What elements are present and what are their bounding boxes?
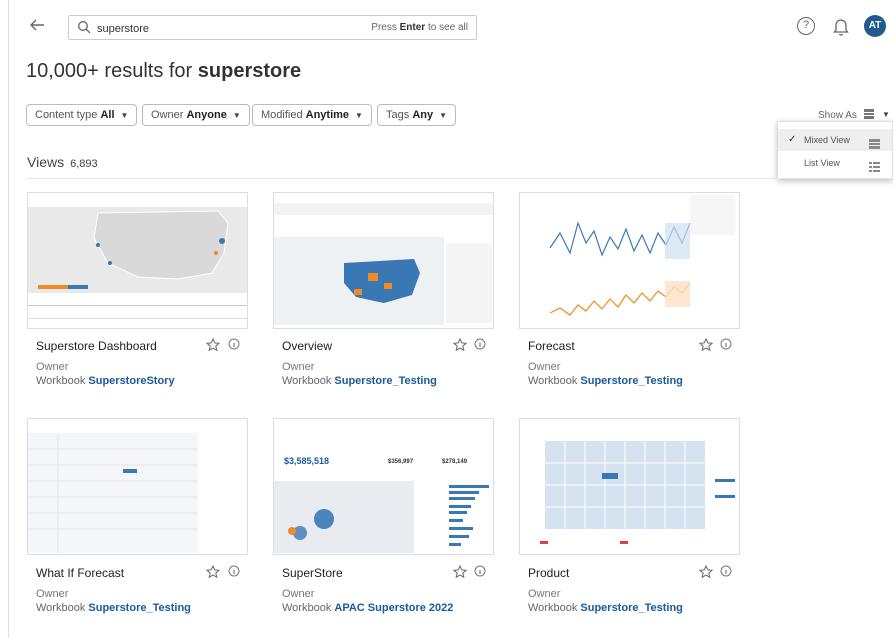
menu-label: List View	[804, 158, 840, 168]
card-owner: Owner	[36, 588, 69, 600]
caret-down-icon: ▼	[439, 111, 448, 120]
info-icon[interactable]	[228, 338, 242, 352]
menu-label: Mixed View	[804, 135, 850, 145]
view-thumbnail[interactable]	[519, 192, 740, 329]
star-favorite-icon[interactable]	[698, 564, 714, 579]
search-icon	[77, 20, 91, 37]
info-icon[interactable]	[228, 565, 242, 579]
view-thumbnail[interactable]	[27, 418, 248, 555]
workbook-link[interactable]: SuperstoreStory	[88, 375, 174, 387]
filter-tags[interactable]: Tags Any ▼	[377, 104, 457, 126]
help-icon[interactable]: ?	[797, 17, 815, 35]
list-view-icon	[869, 158, 880, 180]
filter-content-type[interactable]: Content type All ▼	[26, 104, 138, 126]
section-header: Views 6,893	[27, 154, 98, 170]
info-icon[interactable]	[720, 338, 734, 352]
show-as-label: Show As	[818, 110, 857, 121]
info-icon[interactable]	[474, 338, 488, 352]
show-as-caret-icon[interactable]: ▼	[882, 110, 890, 119]
card-workbook: Workbook SuperstoreStory	[36, 375, 175, 387]
caret-down-icon: ▼	[232, 111, 241, 120]
card-workbook: Workbook Superstore_Testing	[528, 375, 683, 387]
view-thumbnail[interactable]	[27, 192, 248, 329]
card-owner: Owner	[282, 588, 315, 600]
menu-item-list-view[interactable]: List View	[778, 152, 892, 174]
info-icon[interactable]	[720, 565, 734, 579]
checkmark-icon: ✓	[788, 134, 797, 145]
view-thumbnail[interactable]: $3,585,518 $356,997 $278,149	[273, 418, 494, 555]
workbook-link[interactable]: Superstore_Testing	[334, 375, 437, 387]
card-owner: Owner	[528, 588, 561, 600]
info-icon[interactable]	[474, 565, 488, 579]
workbook-link[interactable]: APAC Superstore 2022	[334, 602, 453, 614]
card-title[interactable]: Product	[528, 566, 569, 580]
left-border	[8, 0, 9, 638]
view-thumbnail[interactable]	[519, 418, 740, 555]
back-arrow-icon[interactable]	[28, 16, 48, 36]
star-favorite-icon[interactable]	[205, 337, 221, 352]
search-box[interactable]: Press Enter to see all	[68, 15, 477, 40]
menu-item-mixed-view[interactable]: ✓ Mixed View	[778, 129, 892, 151]
card-owner: Owner	[528, 361, 561, 373]
filter-owner[interactable]: Owner Anyone ▼	[142, 104, 250, 126]
workbook-link[interactable]: Superstore_Testing	[580, 602, 683, 614]
star-favorite-icon[interactable]	[698, 337, 714, 352]
caret-down-icon: ▼	[120, 111, 129, 120]
star-favorite-icon[interactable]	[205, 564, 221, 579]
show-as-menu: ✓ Mixed View List View	[777, 121, 893, 179]
star-favorite-icon[interactable]	[452, 564, 468, 579]
workbook-link[interactable]: Superstore_Testing	[580, 375, 683, 387]
user-avatar[interactable]: AT	[864, 15, 886, 37]
results-heading: 10,000+ results for superstore	[26, 60, 302, 82]
filter-modified[interactable]: Modified Anytime ▼	[252, 104, 372, 126]
card-title[interactable]: Forecast	[528, 339, 575, 353]
card-title[interactable]: SuperStore	[282, 566, 343, 580]
card-workbook: Workbook Superstore_Testing	[282, 375, 437, 387]
star-favorite-icon[interactable]	[452, 337, 468, 352]
card-workbook: Workbook APAC Superstore 2022	[282, 602, 454, 614]
divider	[27, 178, 893, 179]
view-thumbnail[interactable]	[273, 192, 494, 329]
card-title[interactable]: What If Forecast	[36, 566, 124, 580]
card-owner: Owner	[282, 361, 315, 373]
search-hint: Press Enter to see all	[371, 22, 468, 33]
card-workbook: Workbook Superstore_Testing	[528, 602, 683, 614]
card-workbook: Workbook Superstore_Testing	[36, 602, 191, 614]
card-owner: Owner	[36, 361, 69, 373]
caret-down-icon: ▼	[355, 111, 363, 120]
notification-bell-icon[interactable]	[833, 16, 849, 39]
workbook-link[interactable]: Superstore_Testing	[88, 602, 191, 614]
search-input[interactable]	[95, 19, 359, 38]
card-title[interactable]: Overview	[282, 339, 332, 353]
card-title[interactable]: Superstore Dashboard	[36, 339, 157, 353]
